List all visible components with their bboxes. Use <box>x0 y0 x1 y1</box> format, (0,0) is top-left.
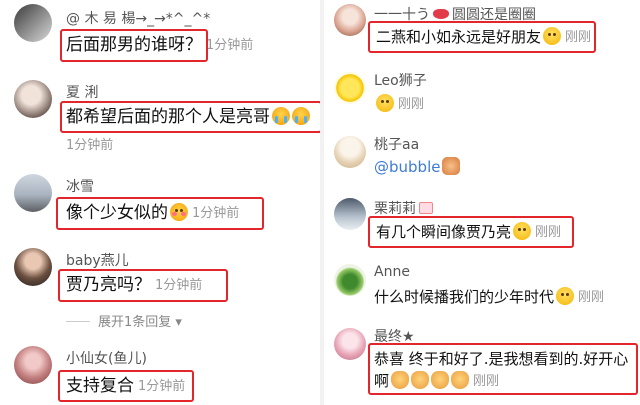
cat-emoji-icon <box>442 157 461 175</box>
comment-item: 最终★ 恭喜 终于和好了.是我想看到的.好开心 啊刚刚 <box>324 322 640 405</box>
lips-icon <box>433 9 449 19</box>
avatar[interactable] <box>334 198 366 230</box>
chevron-down-icon: ▾ <box>175 315 182 330</box>
comment-username[interactable]: @ 木 易 楊→_→*^_^* <box>66 8 210 28</box>
mention-link[interactable]: @bubble <box>374 158 440 176</box>
highlight-box <box>58 269 228 302</box>
smile-emoji-icon <box>376 94 394 112</box>
avatar[interactable] <box>334 264 366 296</box>
highlight-box <box>60 101 320 133</box>
emoji-eye <box>561 293 565 296</box>
comment-item: 冰雪 像个少女似的 1分钟前 <box>0 170 320 236</box>
highlight-box <box>56 197 264 230</box>
avatar[interactable] <box>14 346 52 384</box>
comment-username[interactable]: baby燕儿 <box>66 250 129 270</box>
comment-text-body: 什么时候播我们的少年时代 <box>374 288 555 306</box>
expand-replies-link[interactable]: 展开1条回复 ▾ <box>66 311 182 330</box>
comment-item: baby燕儿 贾乃亮吗？ 1分钟前 <box>0 244 320 304</box>
avatar[interactable] <box>14 4 52 42</box>
highlight-box <box>60 29 208 62</box>
comment-text: 什么时候播我们的少年时代 刚刚 <box>374 286 604 309</box>
avatar[interactable] <box>334 136 366 168</box>
comment-text: 刚刚 <box>374 93 424 116</box>
comment-username[interactable]: Leo狮子 <box>374 70 427 90</box>
comment-time: 刚刚 <box>578 290 605 305</box>
avatar[interactable] <box>334 72 366 104</box>
comment-username[interactable]: 冰雪 <box>66 176 94 196</box>
avatar[interactable] <box>14 174 52 212</box>
emoji-eye <box>566 293 570 296</box>
emoji-eye <box>386 100 389 103</box>
avatar[interactable] <box>334 328 366 360</box>
left-comment-column: @ 木 易 楊→_→*^_^* 后面那男的谁呀？ 1分钟前 夏 浰 都希望后面的那… <box>0 0 320 405</box>
comment-time: 1分钟前 <box>206 38 254 53</box>
comment-item: 夏 浰 都希望后面的那个人是亮哥 1分钟前 <box>0 76 320 156</box>
comment-item: 栗莉莉 有几个瞬间像贾乃亮 刚刚 <box>324 194 640 254</box>
comment-username[interactable]: 栗莉莉 <box>374 198 433 218</box>
comment-username[interactable]: 小仙女(鱼儿) <box>66 348 147 368</box>
divider <box>66 321 90 322</box>
right-comment-column: 一一十う 圆圆还是圈圈 二燕和小如永远是好朋友 刚刚 Leo狮子 刚刚 桃子aa @… <box>324 0 640 405</box>
comment-item: 小仙女(鱼儿) 支持复合 1分钟前 <box>0 340 320 405</box>
highlight-box <box>58 370 194 402</box>
comment-item: @ 木 易 楊→_→*^_^* 后面那男的谁呀？ 1分钟前 <box>0 0 320 70</box>
comment-time: 刚刚 <box>398 97 425 112</box>
comment-item: 桃子aa @bubble <box>324 130 640 190</box>
comment-username[interactable]: 夏 浰 <box>66 82 98 102</box>
comment-time: 1分钟前 <box>66 138 114 153</box>
comment-item: Leo狮子 刚刚 <box>324 66 640 128</box>
comment-username[interactable]: Anne <box>374 264 410 280</box>
username-text: 栗莉莉 <box>374 201 416 217</box>
highlight-box <box>368 21 596 53</box>
grin-emoji-icon <box>556 287 575 305</box>
highlight-box <box>368 343 638 395</box>
comment-item: 一一十う 圆圆还是圈圈 二燕和小如永远是好朋友 刚刚 <box>324 0 640 64</box>
avatar[interactable] <box>334 4 366 36</box>
highlight-box <box>368 216 574 248</box>
envelope-icon <box>419 202 433 214</box>
comment-item: Anne 什么时候播我们的少年时代 刚刚 <box>324 258 640 320</box>
emoji-eye <box>381 100 384 103</box>
avatar[interactable] <box>14 80 52 118</box>
expand-replies-label: 展开1条回复 <box>98 315 172 330</box>
comment-username[interactable]: 桃子aa <box>374 134 419 154</box>
comment-text: @bubble <box>374 156 464 179</box>
avatar[interactable] <box>14 248 52 286</box>
